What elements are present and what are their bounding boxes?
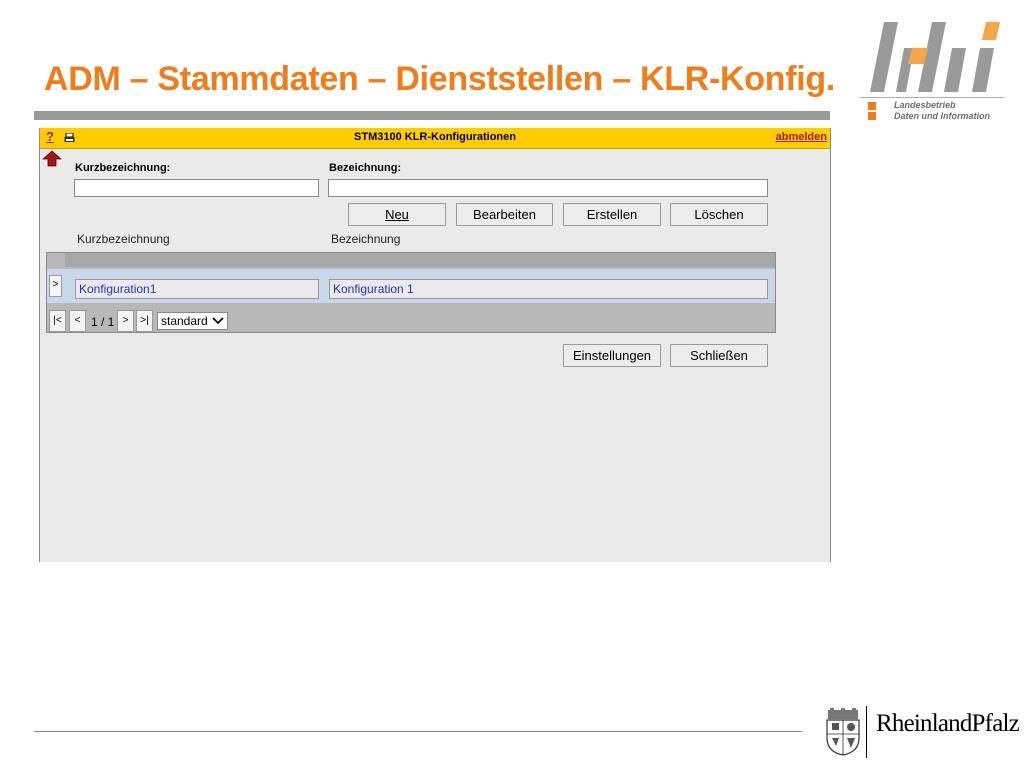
kurzbezeichnung-label: Kurzbezeichnung: — [75, 162, 171, 174]
page-indicator: 1 / 1 — [91, 315, 115, 329]
view-select[interactable]: standard — [157, 312, 228, 330]
app-header-bar: ? STM3100 KLR-Konfigurationen abmelden — [40, 128, 830, 149]
next-page-button[interactable]: > — [117, 310, 134, 332]
prev-page-button[interactable]: < — [69, 310, 86, 332]
table-header — [65, 253, 775, 267]
results-table: > Konfiguration1 Konfiguration 1 |< < 1 … — [46, 252, 776, 333]
bezeichnung-label: Bezeichnung: — [329, 162, 402, 174]
kurzbezeichnung-input[interactable] — [74, 179, 319, 197]
first-page-button[interactable]: |< — [49, 310, 66, 332]
table-row[interactable]: > Konfiguration1 Konfiguration 1 — [47, 269, 775, 303]
logo-caption-line1: Landesbetrieb — [894, 100, 956, 110]
erstellen-button-label: Erstellen — [586, 207, 638, 222]
chevron-down-icon — [212, 317, 224, 325]
arrow-up-icon — [42, 150, 62, 167]
view-select-value: standard — [161, 314, 208, 328]
logout-link[interactable]: abmelden — [776, 131, 827, 143]
cell-kurzbezeichnung[interactable]: Konfiguration1 — [75, 279, 319, 299]
bearbeiten-button-label: Bearbeiten — [473, 207, 536, 222]
neu-button-label: Neu — [385, 207, 409, 222]
logo-caption: Landesbetrieb Daten und Information — [894, 100, 990, 122]
schliessen-button-label: Schließen — [690, 348, 748, 363]
neu-button[interactable]: Neu — [348, 203, 446, 226]
column-header-kurzbezeichnung: Kurzbezeichnung — [77, 232, 170, 246]
loeschen-button-label: Löschen — [694, 207, 744, 222]
state-name: RheinlandPfalz — [876, 710, 1020, 737]
app-window: ? STM3100 KLR-Konfigurationen abmelden K… — [39, 128, 831, 562]
loeschen-button[interactable]: Löschen — [670, 203, 768, 226]
slide-title: ADM – Stammdaten – Dienststellen – KLR-K… — [44, 60, 835, 98]
title-underline-bar — [34, 111, 830, 120]
footer-divider — [34, 731, 802, 732]
app-title: STM3100 KLR-Konfigurationen — [354, 131, 516, 143]
cell-bezeichnung[interactable]: Konfiguration 1 — [329, 279, 768, 299]
schliessen-button[interactable]: Schließen — [670, 344, 768, 367]
bezeichnung-input[interactable] — [328, 179, 768, 197]
pagination-bar: |< < 1 / 1 > >| standard — [47, 307, 775, 333]
row-select-marker[interactable]: > — [49, 275, 62, 297]
coat-of-arms-icon — [826, 708, 860, 756]
state-logo-divider — [866, 706, 867, 758]
erstellen-button[interactable]: Erstellen — [563, 203, 661, 226]
logo-divider — [860, 97, 1004, 98]
einstellungen-button-label: Einstellungen — [572, 348, 652, 363]
logo-caption-line2: Daten und Information — [894, 111, 990, 121]
last-page-button[interactable]: >| — [136, 310, 153, 332]
column-header-bezeichnung: Bezeichnung — [331, 232, 401, 246]
bearbeiten-button[interactable]: Bearbeiten — [456, 203, 553, 226]
einstellungen-button[interactable]: Einstellungen — [563, 344, 661, 367]
